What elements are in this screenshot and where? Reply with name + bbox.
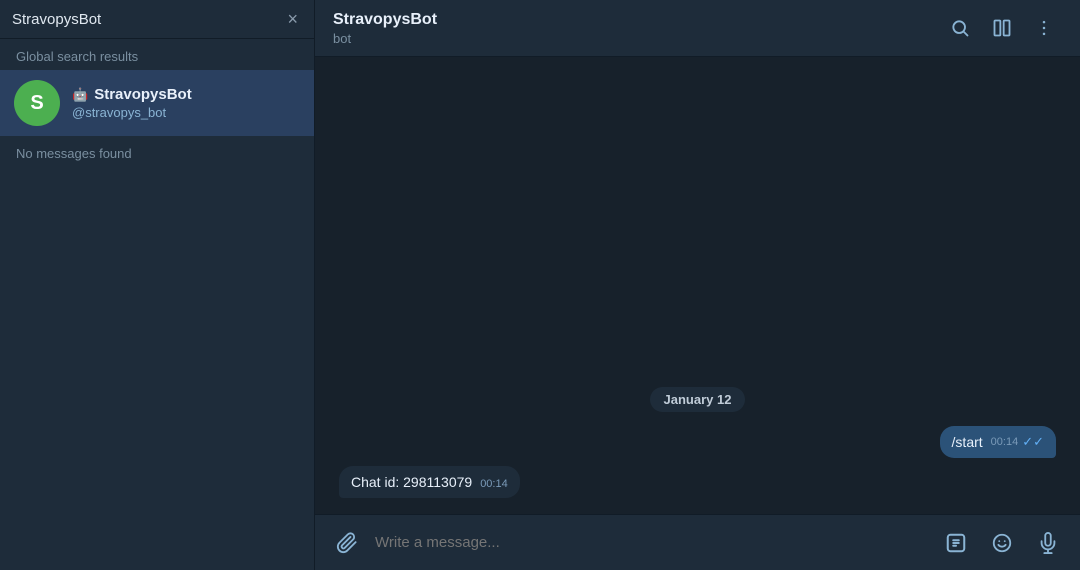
message-out-start: /start 00:14 ✓✓ bbox=[335, 426, 1060, 458]
msg-meta-chatid: 00:14 bbox=[480, 478, 508, 490]
emoji-icon bbox=[991, 532, 1013, 554]
header-actions bbox=[942, 10, 1062, 46]
columns-icon bbox=[992, 18, 1012, 38]
search-result-item[interactable]: S 🤖 StravopysBot @stravopys_bot bbox=[0, 70, 314, 136]
mic-button[interactable] bbox=[1030, 525, 1066, 561]
mic-icon bbox=[1037, 532, 1059, 554]
search-section-label: Global search results bbox=[0, 39, 314, 70]
date-pill: January 12 bbox=[650, 387, 746, 412]
msg-text-start: /start bbox=[952, 434, 983, 450]
right-panel: StravopysBot bot January 12 bbox=[315, 0, 1080, 570]
bot-icon: 🤖 bbox=[72, 87, 88, 103]
msg-time-chatid: 00:14 bbox=[480, 478, 508, 490]
msg-ticks-start: ✓✓ bbox=[1022, 434, 1044, 450]
message-input[interactable] bbox=[375, 534, 928, 551]
left-panel: × Global search results S 🤖 StravopysBot… bbox=[0, 0, 315, 570]
search-button[interactable] bbox=[942, 10, 978, 46]
attach-icon bbox=[336, 532, 358, 554]
msg-text-chatid: Chat id: 298113079 bbox=[351, 474, 472, 490]
bubble-in-chatid: Chat id: 298113079 00:14 bbox=[339, 466, 520, 498]
result-name: 🤖 StravopysBot bbox=[72, 86, 192, 103]
search-bar: × bbox=[0, 0, 314, 39]
search-close-button[interactable]: × bbox=[283, 8, 302, 30]
chat-header-name: StravopysBot bbox=[333, 11, 942, 29]
date-divider: January 12 bbox=[335, 387, 1060, 412]
more-icon bbox=[1034, 18, 1054, 38]
result-info: 🤖 StravopysBot @stravopys_bot bbox=[72, 86, 192, 120]
messages-area: /start 00:14 ✓✓ Chat id: 298113079 00:14 bbox=[335, 426, 1060, 498]
msg-time-start: 00:14 bbox=[991, 436, 1019, 448]
chat-header: StravopysBot bot bbox=[315, 0, 1080, 57]
bubble-out-start: /start 00:14 ✓✓ bbox=[940, 426, 1056, 458]
commands-button[interactable] bbox=[938, 525, 974, 561]
result-name-text: StravopysBot bbox=[94, 86, 192, 103]
chat-header-status: bot bbox=[333, 31, 942, 46]
more-button[interactable] bbox=[1026, 10, 1062, 46]
attach-button[interactable] bbox=[329, 525, 365, 561]
emoji-button[interactable] bbox=[984, 525, 1020, 561]
chat-input-bar bbox=[315, 514, 1080, 570]
columns-button[interactable] bbox=[984, 10, 1020, 46]
avatar: S bbox=[14, 80, 60, 126]
result-username: @stravopys_bot bbox=[72, 105, 192, 120]
search-icon bbox=[950, 18, 970, 38]
search-input[interactable] bbox=[12, 11, 275, 28]
no-messages-label: No messages found bbox=[0, 136, 314, 171]
commands-icon bbox=[945, 532, 967, 554]
message-in-chatid: Chat id: 298113079 00:14 bbox=[335, 466, 1060, 498]
chat-header-info: StravopysBot bot bbox=[333, 11, 942, 46]
msg-meta-start: 00:14 ✓✓ bbox=[991, 434, 1044, 450]
chat-body: January 12 /start 00:14 ✓✓ Chat id: 2981… bbox=[315, 57, 1080, 514]
